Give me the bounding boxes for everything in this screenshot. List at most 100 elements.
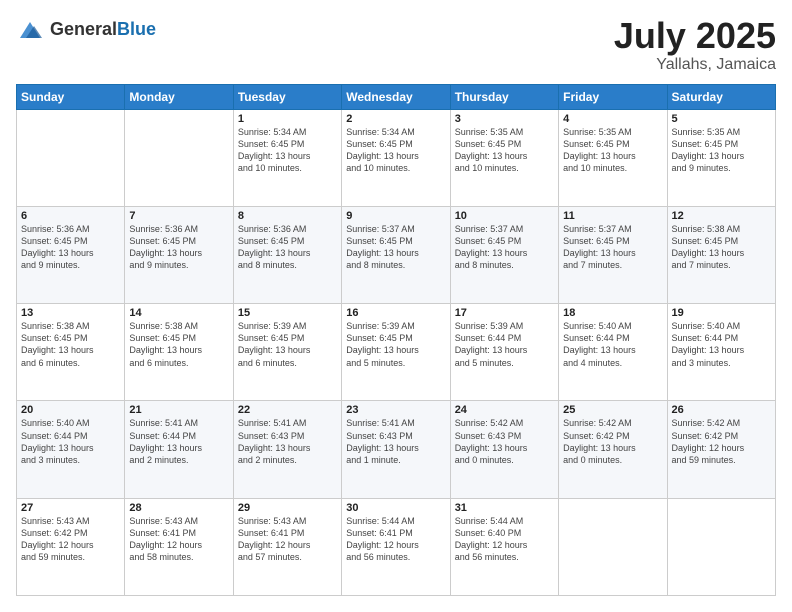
calendar-cell: 30Sunrise: 5:44 AM Sunset: 6:41 PM Dayli… xyxy=(342,498,450,595)
day-info: Sunrise: 5:43 AM Sunset: 6:41 PM Dayligh… xyxy=(129,515,228,564)
day-info: Sunrise: 5:37 AM Sunset: 6:45 PM Dayligh… xyxy=(346,223,445,272)
day-number: 4 xyxy=(563,113,662,125)
day-number: 27 xyxy=(21,502,120,514)
calendar-cell: 1Sunrise: 5:34 AM Sunset: 6:45 PM Daylig… xyxy=(233,109,341,206)
day-number: 5 xyxy=(672,113,771,125)
day-info: Sunrise: 5:38 AM Sunset: 6:45 PM Dayligh… xyxy=(129,320,228,369)
header-monday: Monday xyxy=(125,84,233,109)
day-info: Sunrise: 5:37 AM Sunset: 6:45 PM Dayligh… xyxy=(563,223,662,272)
logo-icon xyxy=(16,16,44,44)
calendar-cell: 7Sunrise: 5:36 AM Sunset: 6:45 PM Daylig… xyxy=(125,206,233,303)
day-info: Sunrise: 5:42 AM Sunset: 6:42 PM Dayligh… xyxy=(563,417,662,466)
day-info: Sunrise: 5:43 AM Sunset: 6:41 PM Dayligh… xyxy=(238,515,337,564)
day-number: 30 xyxy=(346,502,445,514)
calendar-table: Sunday Monday Tuesday Wednesday Thursday… xyxy=(16,84,776,596)
title-block: July 2025 Yallahs, Jamaica xyxy=(614,16,776,74)
calendar-cell xyxy=(559,498,667,595)
day-info: Sunrise: 5:41 AM Sunset: 6:44 PM Dayligh… xyxy=(129,417,228,466)
calendar-cell: 15Sunrise: 5:39 AM Sunset: 6:45 PM Dayli… xyxy=(233,304,341,401)
location-title: Yallahs, Jamaica xyxy=(614,56,776,74)
day-number: 3 xyxy=(455,113,554,125)
calendar-cell: 22Sunrise: 5:41 AM Sunset: 6:43 PM Dayli… xyxy=(233,401,341,498)
calendar-cell: 2Sunrise: 5:34 AM Sunset: 6:45 PM Daylig… xyxy=(342,109,450,206)
header-friday: Friday xyxy=(559,84,667,109)
calendar-cell: 26Sunrise: 5:42 AM Sunset: 6:42 PM Dayli… xyxy=(667,401,775,498)
month-title: July 2025 xyxy=(614,16,776,56)
day-info: Sunrise: 5:44 AM Sunset: 6:40 PM Dayligh… xyxy=(455,515,554,564)
calendar-cell: 20Sunrise: 5:40 AM Sunset: 6:44 PM Dayli… xyxy=(17,401,125,498)
calendar-cell: 29Sunrise: 5:43 AM Sunset: 6:41 PM Dayli… xyxy=(233,498,341,595)
day-number: 29 xyxy=(238,502,337,514)
calendar-cell xyxy=(125,109,233,206)
day-number: 8 xyxy=(238,210,337,222)
day-info: Sunrise: 5:39 AM Sunset: 6:45 PM Dayligh… xyxy=(238,320,337,369)
calendar-cell: 31Sunrise: 5:44 AM Sunset: 6:40 PM Dayli… xyxy=(450,498,558,595)
day-number: 31 xyxy=(455,502,554,514)
day-number: 18 xyxy=(563,307,662,319)
day-info: Sunrise: 5:36 AM Sunset: 6:45 PM Dayligh… xyxy=(129,223,228,272)
week-row-5: 27Sunrise: 5:43 AM Sunset: 6:42 PM Dayli… xyxy=(17,498,776,595)
calendar-cell: 8Sunrise: 5:36 AM Sunset: 6:45 PM Daylig… xyxy=(233,206,341,303)
calendar-cell: 5Sunrise: 5:35 AM Sunset: 6:45 PM Daylig… xyxy=(667,109,775,206)
calendar-cell: 13Sunrise: 5:38 AM Sunset: 6:45 PM Dayli… xyxy=(17,304,125,401)
week-row-4: 20Sunrise: 5:40 AM Sunset: 6:44 PM Dayli… xyxy=(17,401,776,498)
calendar-cell: 25Sunrise: 5:42 AM Sunset: 6:42 PM Dayli… xyxy=(559,401,667,498)
weekday-header-row: Sunday Monday Tuesday Wednesday Thursday… xyxy=(17,84,776,109)
calendar-cell: 12Sunrise: 5:38 AM Sunset: 6:45 PM Dayli… xyxy=(667,206,775,303)
calendar-cell: 11Sunrise: 5:37 AM Sunset: 6:45 PM Dayli… xyxy=(559,206,667,303)
calendar-cell: 23Sunrise: 5:41 AM Sunset: 6:43 PM Dayli… xyxy=(342,401,450,498)
day-number: 21 xyxy=(129,404,228,416)
day-number: 9 xyxy=(346,210,445,222)
day-info: Sunrise: 5:34 AM Sunset: 6:45 PM Dayligh… xyxy=(238,126,337,175)
day-number: 14 xyxy=(129,307,228,319)
calendar-cell: 21Sunrise: 5:41 AM Sunset: 6:44 PM Dayli… xyxy=(125,401,233,498)
calendar-cell xyxy=(17,109,125,206)
calendar-cell: 10Sunrise: 5:37 AM Sunset: 6:45 PM Dayli… xyxy=(450,206,558,303)
day-info: Sunrise: 5:34 AM Sunset: 6:45 PM Dayligh… xyxy=(346,126,445,175)
day-info: Sunrise: 5:38 AM Sunset: 6:45 PM Dayligh… xyxy=(672,223,771,272)
day-number: 6 xyxy=(21,210,120,222)
header: GeneralBlue July 2025 Yallahs, Jamaica xyxy=(16,16,776,74)
header-tuesday: Tuesday xyxy=(233,84,341,109)
day-info: Sunrise: 5:40 AM Sunset: 6:44 PM Dayligh… xyxy=(563,320,662,369)
logo: GeneralBlue xyxy=(16,16,156,44)
day-number: 17 xyxy=(455,307,554,319)
day-info: Sunrise: 5:41 AM Sunset: 6:43 PM Dayligh… xyxy=(346,417,445,466)
day-number: 13 xyxy=(21,307,120,319)
week-row-2: 6Sunrise: 5:36 AM Sunset: 6:45 PM Daylig… xyxy=(17,206,776,303)
header-thursday: Thursday xyxy=(450,84,558,109)
header-wednesday: Wednesday xyxy=(342,84,450,109)
week-row-1: 1Sunrise: 5:34 AM Sunset: 6:45 PM Daylig… xyxy=(17,109,776,206)
day-info: Sunrise: 5:36 AM Sunset: 6:45 PM Dayligh… xyxy=(21,223,120,272)
week-row-3: 13 Sunrise: 5:38 AM Sunset: 6:45 PM Dayli… xyxy=(17,304,776,401)
calendar-cell: 9Sunrise: 5:37 AM Sunset: 6:45 PM Daylig… xyxy=(342,206,450,303)
day-number: 1 xyxy=(238,113,337,125)
day-info: Sunrise: 5:44 AM Sunset: 6:41 PM Dayligh… xyxy=(346,515,445,564)
day-info: Sunrise: 5:40 AM Sunset: 6:44 PM Dayligh… xyxy=(672,320,771,369)
calendar-cell: 18Sunrise: 5:40 AM Sunset: 6:44 PM Dayli… xyxy=(559,304,667,401)
day-info: Sunrise: 5:42 AM Sunset: 6:42 PM Dayligh… xyxy=(672,417,771,466)
page: GeneralBlue July 2025 Yallahs, Jamaica S… xyxy=(0,0,792,612)
calendar-cell: 6Sunrise: 5:36 AM Sunset: 6:45 PM Daylig… xyxy=(17,206,125,303)
calendar-cell: 19Sunrise: 5:40 AM Sunset: 6:44 PM Dayli… xyxy=(667,304,775,401)
day-info: Sunrise: 5:39 AM Sunset: 6:45 PM Dayligh… xyxy=(346,320,445,369)
day-number: 16 xyxy=(346,307,445,319)
day-number: 20 xyxy=(21,404,120,416)
day-number: 11 xyxy=(563,210,662,222)
day-number: 22 xyxy=(238,404,337,416)
day-number: 25 xyxy=(563,404,662,416)
day-info: Sunrise: 5:40 AM Sunset: 6:44 PM Dayligh… xyxy=(21,417,120,466)
calendar-cell: 4Sunrise: 5:35 AM Sunset: 6:45 PM Daylig… xyxy=(559,109,667,206)
header-sunday: Sunday xyxy=(17,84,125,109)
calendar-cell: 24Sunrise: 5:42 AM Sunset: 6:43 PM Dayli… xyxy=(450,401,558,498)
calendar-cell: 27Sunrise: 5:43 AM Sunset: 6:42 PM Dayli… xyxy=(17,498,125,595)
day-number: 24 xyxy=(455,404,554,416)
calendar-cell: 16Sunrise: 5:39 AM Sunset: 6:45 PM Dayli… xyxy=(342,304,450,401)
day-info: Sunrise: 5:35 AM Sunset: 6:45 PM Dayligh… xyxy=(563,126,662,175)
day-number: 23 xyxy=(346,404,445,416)
day-number: 15 xyxy=(238,307,337,319)
day-info: Sunrise: 5:35 AM Sunset: 6:45 PM Dayligh… xyxy=(672,126,771,175)
day-number: 28 xyxy=(129,502,228,514)
day-number: 26 xyxy=(672,404,771,416)
day-number: 2 xyxy=(346,113,445,125)
